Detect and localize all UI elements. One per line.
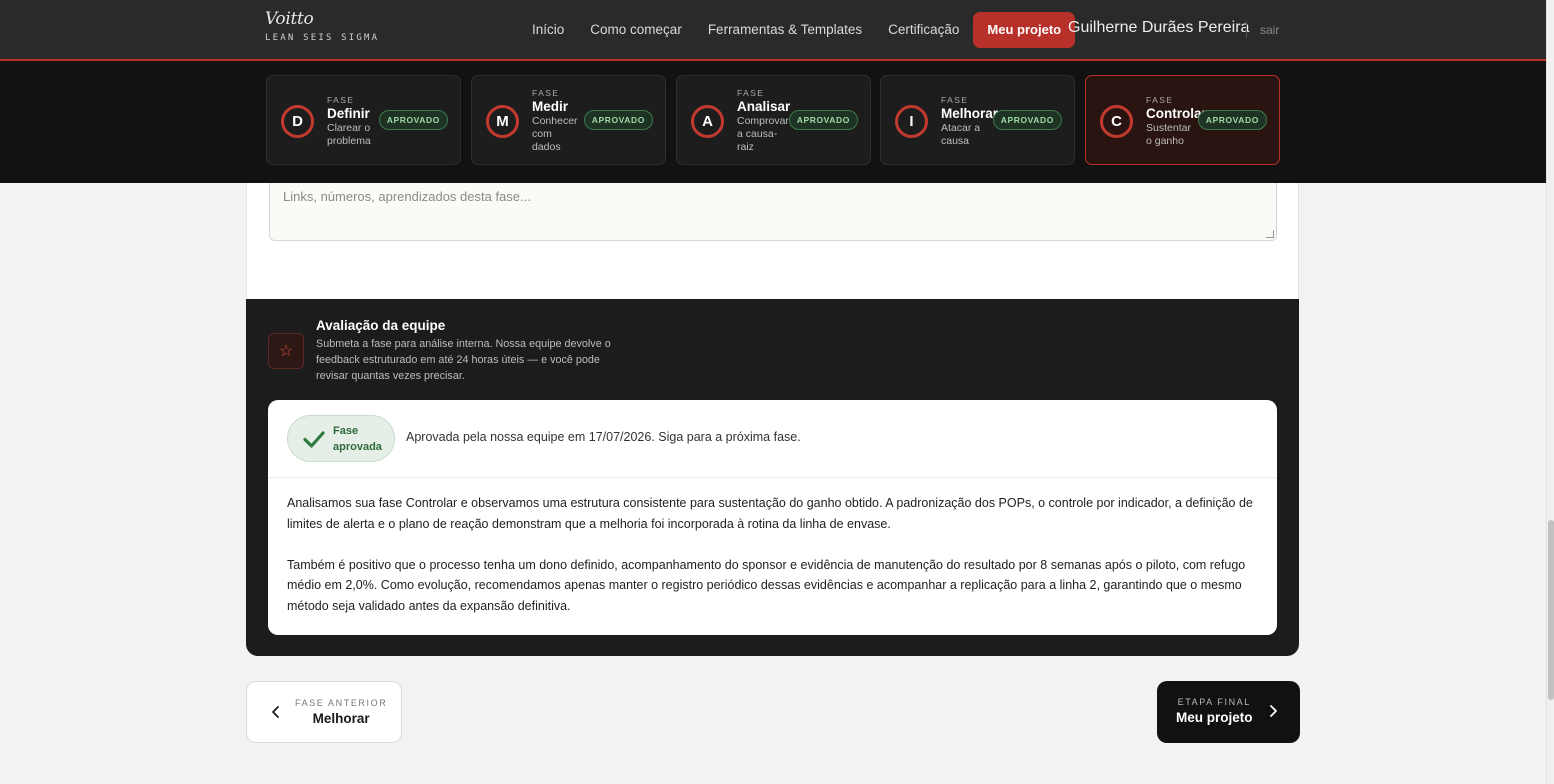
logout-link[interactable]: sair [1260, 23, 1279, 37]
team-review-section: ☆ Avaliação da equipe Submeta a fase par… [246, 299, 1299, 656]
previous-phase-button[interactable]: FASE ANTERIOR Melhorar [246, 681, 402, 743]
final-step-button[interactable]: ETAPA FINAL Meu projeto [1157, 681, 1300, 743]
brand-logo[interactable]: Voitto LEAN SEIS SIGMA [265, 9, 379, 43]
approved-status-pill: Fase aprovada [287, 415, 395, 462]
phase-letter: C [1100, 105, 1133, 138]
review-result-card: Fase aprovada Aprovada pela nossa equipe… [268, 400, 1277, 635]
phase-kicker: FASE [737, 88, 765, 98]
nav-item-inicio[interactable]: Início [532, 22, 564, 37]
feedback-paragraph: Também é positivo que o processo tenha u… [287, 557, 1246, 614]
final-step-text: ETAPA FINAL Meu projeto [1176, 697, 1253, 725]
phase-text: FASE Analisar Comprovar a causa-raiz [737, 88, 793, 154]
phase-name: Melhorar [941, 106, 999, 121]
nav-divider [1246, 21, 1247, 38]
notes-placeholder: Links, números, aprendizados desta fase.… [283, 189, 531, 204]
user-name[interactable]: Guilherne Durães Pereira [1068, 19, 1249, 37]
phase-status-badge: APROVADO [1197, 110, 1267, 130]
brand-name: Voitto [265, 9, 314, 29]
phase-status-badge: APROVADO [992, 110, 1062, 130]
phase-status-badge: APROVADO [583, 110, 653, 130]
phase-description: Sustentar o ganho [1146, 122, 1191, 147]
phase-kicker: FASE [1146, 95, 1174, 105]
phase-name: Analisar [737, 99, 791, 114]
review-subtitle: Submeta a fase para análise interna. Nos… [316, 338, 611, 382]
approved-pill-label: Fase aprovada [333, 425, 382, 453]
approval-message: Aprovada pela nossa equipe em 17/07/2026… [406, 430, 801, 444]
review-result-header: Fase aprovada Aprovada pela nossa equipe… [268, 400, 1277, 478]
review-title: Avaliação da equipe [316, 318, 446, 333]
resize-handle[interactable] [1266, 230, 1274, 238]
nav-item-como-comecar[interactable]: Como começar [590, 22, 682, 37]
previous-phase-label: Melhorar [312, 711, 370, 726]
previous-phase-kicker: FASE ANTERIOR [295, 698, 388, 708]
phase-text: FASE Controlar Sustentar o ganho [1146, 95, 1207, 148]
phase-kicker: FASE [327, 95, 355, 105]
my-project-button[interactable]: Meu projeto [973, 11, 1076, 48]
phase-kicker: FASE [532, 88, 560, 98]
nav-item-ferramentas[interactable]: Ferramentas & Templates [708, 22, 862, 37]
phase-letter: A [691, 105, 724, 138]
page-scrollbar[interactable] [1546, 0, 1554, 784]
phase-notes-textarea[interactable]: Links, números, aprendizados desta fase.… [269, 183, 1277, 241]
phase-description: Comprovar a causa-raiz [737, 115, 789, 153]
top-navbar: Voitto LEAN SEIS SIGMA Início Como começ… [0, 0, 1546, 61]
brand-subtitle: LEAN SEIS SIGMA [265, 33, 380, 43]
nav-item-certificacao[interactable]: Certificação [888, 22, 959, 37]
check-icon [303, 431, 325, 448]
final-step-label: Meu projeto [1176, 710, 1253, 725]
phase-letter: M [486, 105, 519, 138]
phase-description: Clarear o problema [327, 122, 371, 147]
phase-card-medir[interactable]: M FASE Medir Conhecer com dados APROVADO [471, 75, 666, 165]
phase-status-badge: APROVADO [378, 110, 448, 130]
phase-name: Controlar [1146, 106, 1207, 121]
phase-description: Conhecer com dados [532, 115, 578, 153]
phase-card-controlar[interactable]: C FASE Controlar Sustentar o ganho APROV… [1085, 75, 1280, 165]
phase-text: FASE Medir Conhecer com dados [532, 88, 582, 154]
phase-description: Atacar a causa [941, 122, 981, 147]
phase-kicker: FASE [941, 95, 969, 105]
phase-letter: I [895, 105, 928, 138]
star-icon: ☆ [268, 333, 304, 369]
scrollbar-thumb[interactable] [1548, 520, 1554, 700]
chevron-right-icon [1270, 705, 1277, 717]
previous-phase-text: FASE ANTERIOR Melhorar [295, 698, 387, 726]
phase-card-definir[interactable]: D FASE Definir Clarear o problema APROVA… [266, 75, 461, 165]
phase-stepper: D FASE Definir Clarear o problema APROVA… [0, 61, 1546, 183]
phase-letter: D [281, 105, 314, 138]
main-nav: Início Como começar Ferramentas & Templa… [532, 0, 1076, 59]
feedback-paragraph: Analisamos sua fase Controlar e observam… [287, 496, 1253, 531]
phase-status-badge: APROVADO [788, 110, 858, 130]
phase-card-analisar[interactable]: A FASE Analisar Comprovar a causa-raiz A… [676, 75, 871, 165]
phase-card-melhorar[interactable]: I FASE Melhorar Atacar a causa APROVADO [880, 75, 1075, 165]
review-feedback: Analisamos sua fase Controlar e observam… [287, 493, 1262, 617]
phase-text: FASE Melhorar Atacar a causa [941, 95, 999, 148]
final-step-kicker: ETAPA FINAL [1177, 697, 1251, 707]
chevron-left-icon [272, 706, 279, 718]
phase-name: Medir [532, 99, 569, 114]
phase-notes-card: Links, números, aprendizados desta fase.… [246, 183, 1299, 299]
